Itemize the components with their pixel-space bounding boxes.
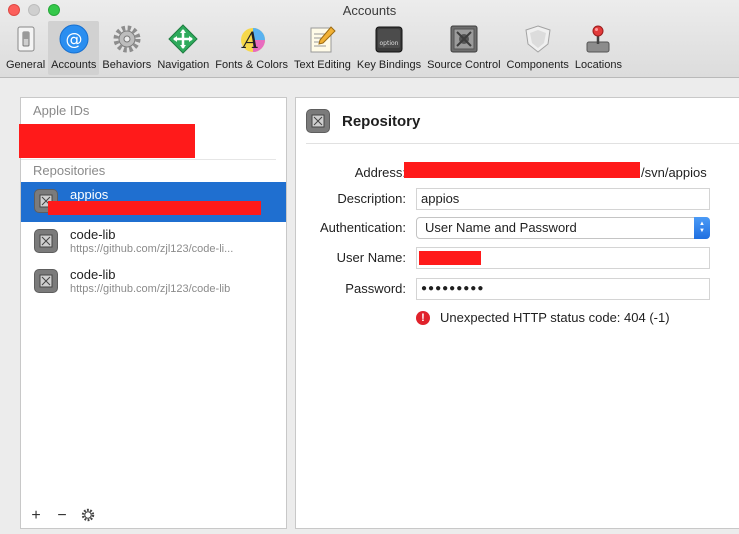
redacted-apple-id — [19, 124, 195, 158]
repository-name: code-lib — [70, 267, 116, 282]
password-row: Password: ●●●●●●●●● — [296, 278, 739, 300]
tab-behaviors-label: Behaviors — [102, 59, 152, 71]
repository-name: code-lib — [70, 227, 116, 242]
authentication-label: Authentication: — [319, 220, 406, 235]
tab-text-editing[interactable]: Text Editing — [291, 21, 354, 75]
sidebar-bottom-bar: + − — [21, 504, 286, 528]
authentication-row: Authentication: User Name and Password ▲… — [296, 217, 739, 239]
svg-text:A: A — [241, 29, 259, 54]
username-row: User Name: — [296, 247, 739, 269]
repository-header: Repository — [306, 108, 420, 134]
general-switch-icon — [10, 23, 42, 55]
authentication-select[interactable]: User Name and Password ▲ ▼ — [416, 217, 710, 239]
apple-id-row[interactable] — [19, 122, 276, 160]
repository-icon — [34, 229, 58, 253]
accounts-sidebar: Apple IDs Repositories appios code-lib h… — [19, 97, 287, 529]
tab-components-label: Components — [506, 59, 569, 71]
tab-components[interactable]: Components — [504, 21, 572, 75]
tab-source-control[interactable]: Source Control — [424, 21, 503, 75]
tab-behaviors[interactable]: Behaviors — [99, 21, 154, 75]
username-label: User Name: — [336, 250, 406, 265]
repository-icon — [34, 269, 58, 293]
svg-text:option: option — [380, 40, 399, 47]
header-divider — [306, 143, 739, 144]
tab-fonts-colors-label: Fonts & Colors — [215, 59, 289, 71]
address-row: Address: /svn/appios — [296, 162, 739, 184]
address-value[interactable]: /svn/appios — [641, 165, 707, 180]
repository-icon — [306, 109, 330, 133]
window-title: Accounts — [342, 3, 397, 18]
error-message: ! Unexpected HTTP status code: 404 (-1) — [416, 310, 670, 325]
tab-locations-label: Locations — [574, 59, 622, 71]
tab-text-editing-label: Text Editing — [294, 59, 351, 71]
repository-name: appios — [70, 187, 109, 202]
error-text: Unexpected HTTP status code: 404 (-1) — [440, 310, 670, 325]
redacted-username — [419, 251, 481, 265]
authentication-value: User Name and Password — [425, 220, 577, 235]
description-label: Description: — [337, 191, 406, 206]
tab-locations[interactable]: Locations — [572, 21, 625, 75]
at-sign-icon: @ — [58, 23, 90, 55]
tab-fonts-colors[interactable]: A Fonts & Colors — [212, 21, 291, 75]
username-field[interactable] — [416, 247, 710, 269]
tab-general-label: General — [6, 59, 46, 71]
tab-key-bindings-label: Key Bindings — [356, 59, 422, 71]
tab-navigation-label: Navigation — [157, 59, 210, 71]
tab-general[interactable]: General — [3, 21, 48, 75]
navigation-arrows-icon — [167, 23, 199, 55]
chevron-updown-icon: ▲ ▼ — [694, 217, 710, 239]
gear-icon[interactable] — [81, 508, 95, 525]
remove-account-button[interactable]: − — [55, 508, 69, 524]
preferences-toolbar: General @ Accounts Behaviors Navigation … — [3, 21, 625, 76]
repository-detail-panel: Repository Address: /svn/appios Descript… — [295, 97, 739, 529]
tab-accounts-label: Accounts — [51, 59, 97, 71]
locations-joystick-icon — [582, 23, 614, 55]
components-shield-icon — [522, 23, 554, 55]
accounts-pane: Apple IDs Repositories appios code-lib h… — [0, 79, 739, 534]
option-key-icon: option — [373, 23, 405, 55]
redacted-address — [404, 162, 640, 178]
tab-source-control-label: Source Control — [427, 59, 501, 71]
description-row: Description: appios — [296, 188, 739, 210]
password-label: Password: — [345, 281, 406, 296]
repository-row-appios[interactable]: appios — [21, 182, 286, 222]
source-control-icon — [448, 23, 480, 55]
repository-url: https://github.com/zjl123/code-li... — [70, 243, 234, 255]
repository-row-code-lib-2[interactable]: code-lib https://github.com/zjl123/code-… — [21, 262, 286, 302]
tab-navigation[interactable]: Navigation — [154, 21, 212, 75]
repository-title: Repository — [342, 112, 421, 130]
repository-url: https://github.com/zjl123/code-lib — [70, 283, 231, 295]
apple-ids-header: Apple IDs — [33, 103, 90, 118]
add-account-button[interactable]: + — [29, 508, 43, 524]
repository-row-code-lib[interactable]: code-lib https://github.com/zjl123/code-… — [21, 222, 286, 262]
error-icon: ! — [416, 310, 430, 325]
description-field[interactable]: appios — [416, 188, 710, 210]
text-editing-icon — [306, 23, 338, 55]
address-label: Address: — [354, 165, 406, 180]
title-bar: Accounts General @ Accounts Behaviors Na… — [0, 0, 739, 78]
password-field[interactable]: ●●●●●●●●● — [416, 278, 710, 300]
gear-icon — [111, 23, 143, 55]
font-a-icon: A — [236, 23, 268, 55]
svg-text:@: @ — [65, 30, 82, 50]
tab-accounts[interactable]: @ Accounts — [48, 21, 100, 75]
redacted-repository-url — [48, 201, 261, 215]
tab-key-bindings[interactable]: option Key Bindings — [354, 21, 424, 75]
repositories-header: Repositories — [33, 163, 106, 178]
